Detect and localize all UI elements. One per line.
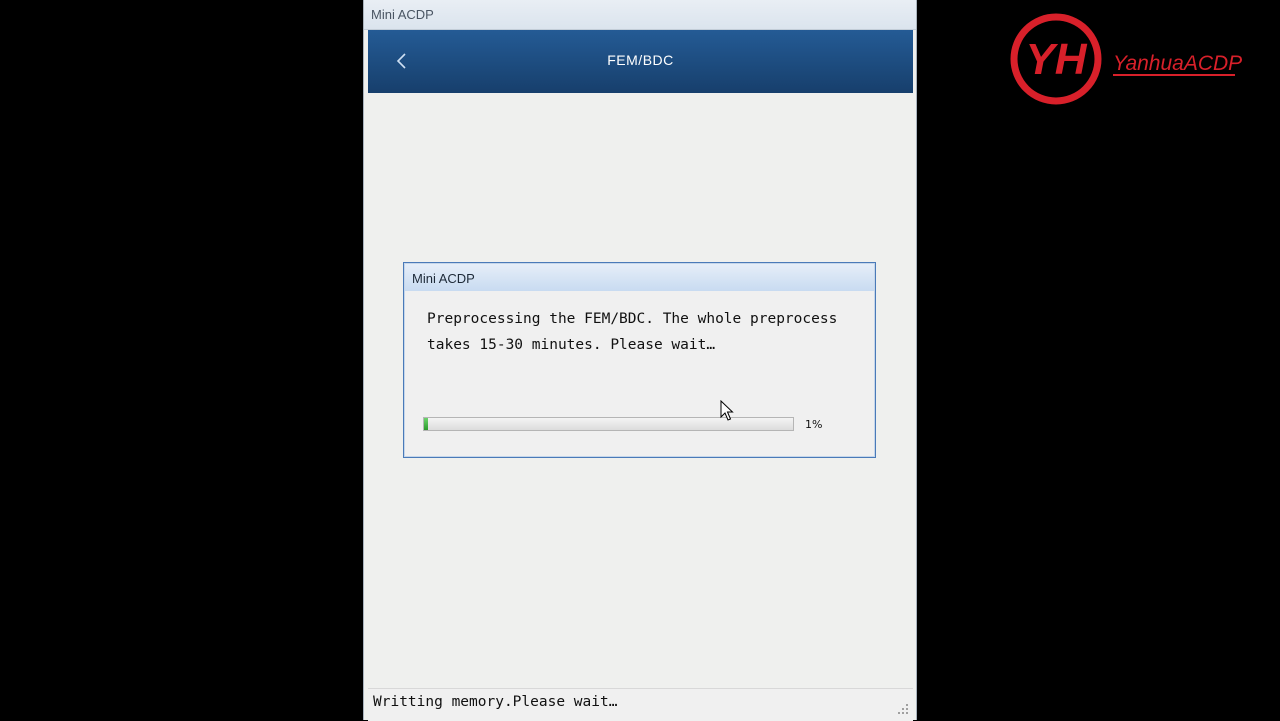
dialog-message: Preprocessing the FEM/BDC. The whole pre… <box>427 311 838 353</box>
status-bar: Writting memory.Please wait… <box>368 688 913 721</box>
progress-bar-fill <box>424 418 429 430</box>
mouse-cursor-icon <box>720 400 734 421</box>
progress-percent: 1% <box>805 418 823 431</box>
page-title: FEM/BDC <box>607 52 674 68</box>
window-title: Mini ACDP <box>371 7 434 22</box>
yh-logo-icon: YH <box>1010 13 1102 105</box>
resize-grip-icon[interactable] <box>897 703 909 715</box>
progress-dialog: Mini ACDP Preprocessing the FEM/BDC. The… <box>403 262 876 458</box>
progress-bar <box>423 417 794 431</box>
dialog-title: Mini ACDP <box>412 271 475 286</box>
logo-underline <box>1113 74 1235 76</box>
window-titlebar[interactable]: Mini ACDP <box>364 0 916 30</box>
brand-watermark: YanhuaACDP <box>1113 52 1243 75</box>
app-header: FEM/BDC <box>368 30 913 93</box>
brand-logo: YH YanhuaACDP <box>1010 12 1242 107</box>
status-text: Writting memory.Please wait… <box>373 694 618 710</box>
dialog-titlebar[interactable]: Mini ACDP <box>405 264 874 291</box>
svg-text:YH: YH <box>1025 35 1087 84</box>
